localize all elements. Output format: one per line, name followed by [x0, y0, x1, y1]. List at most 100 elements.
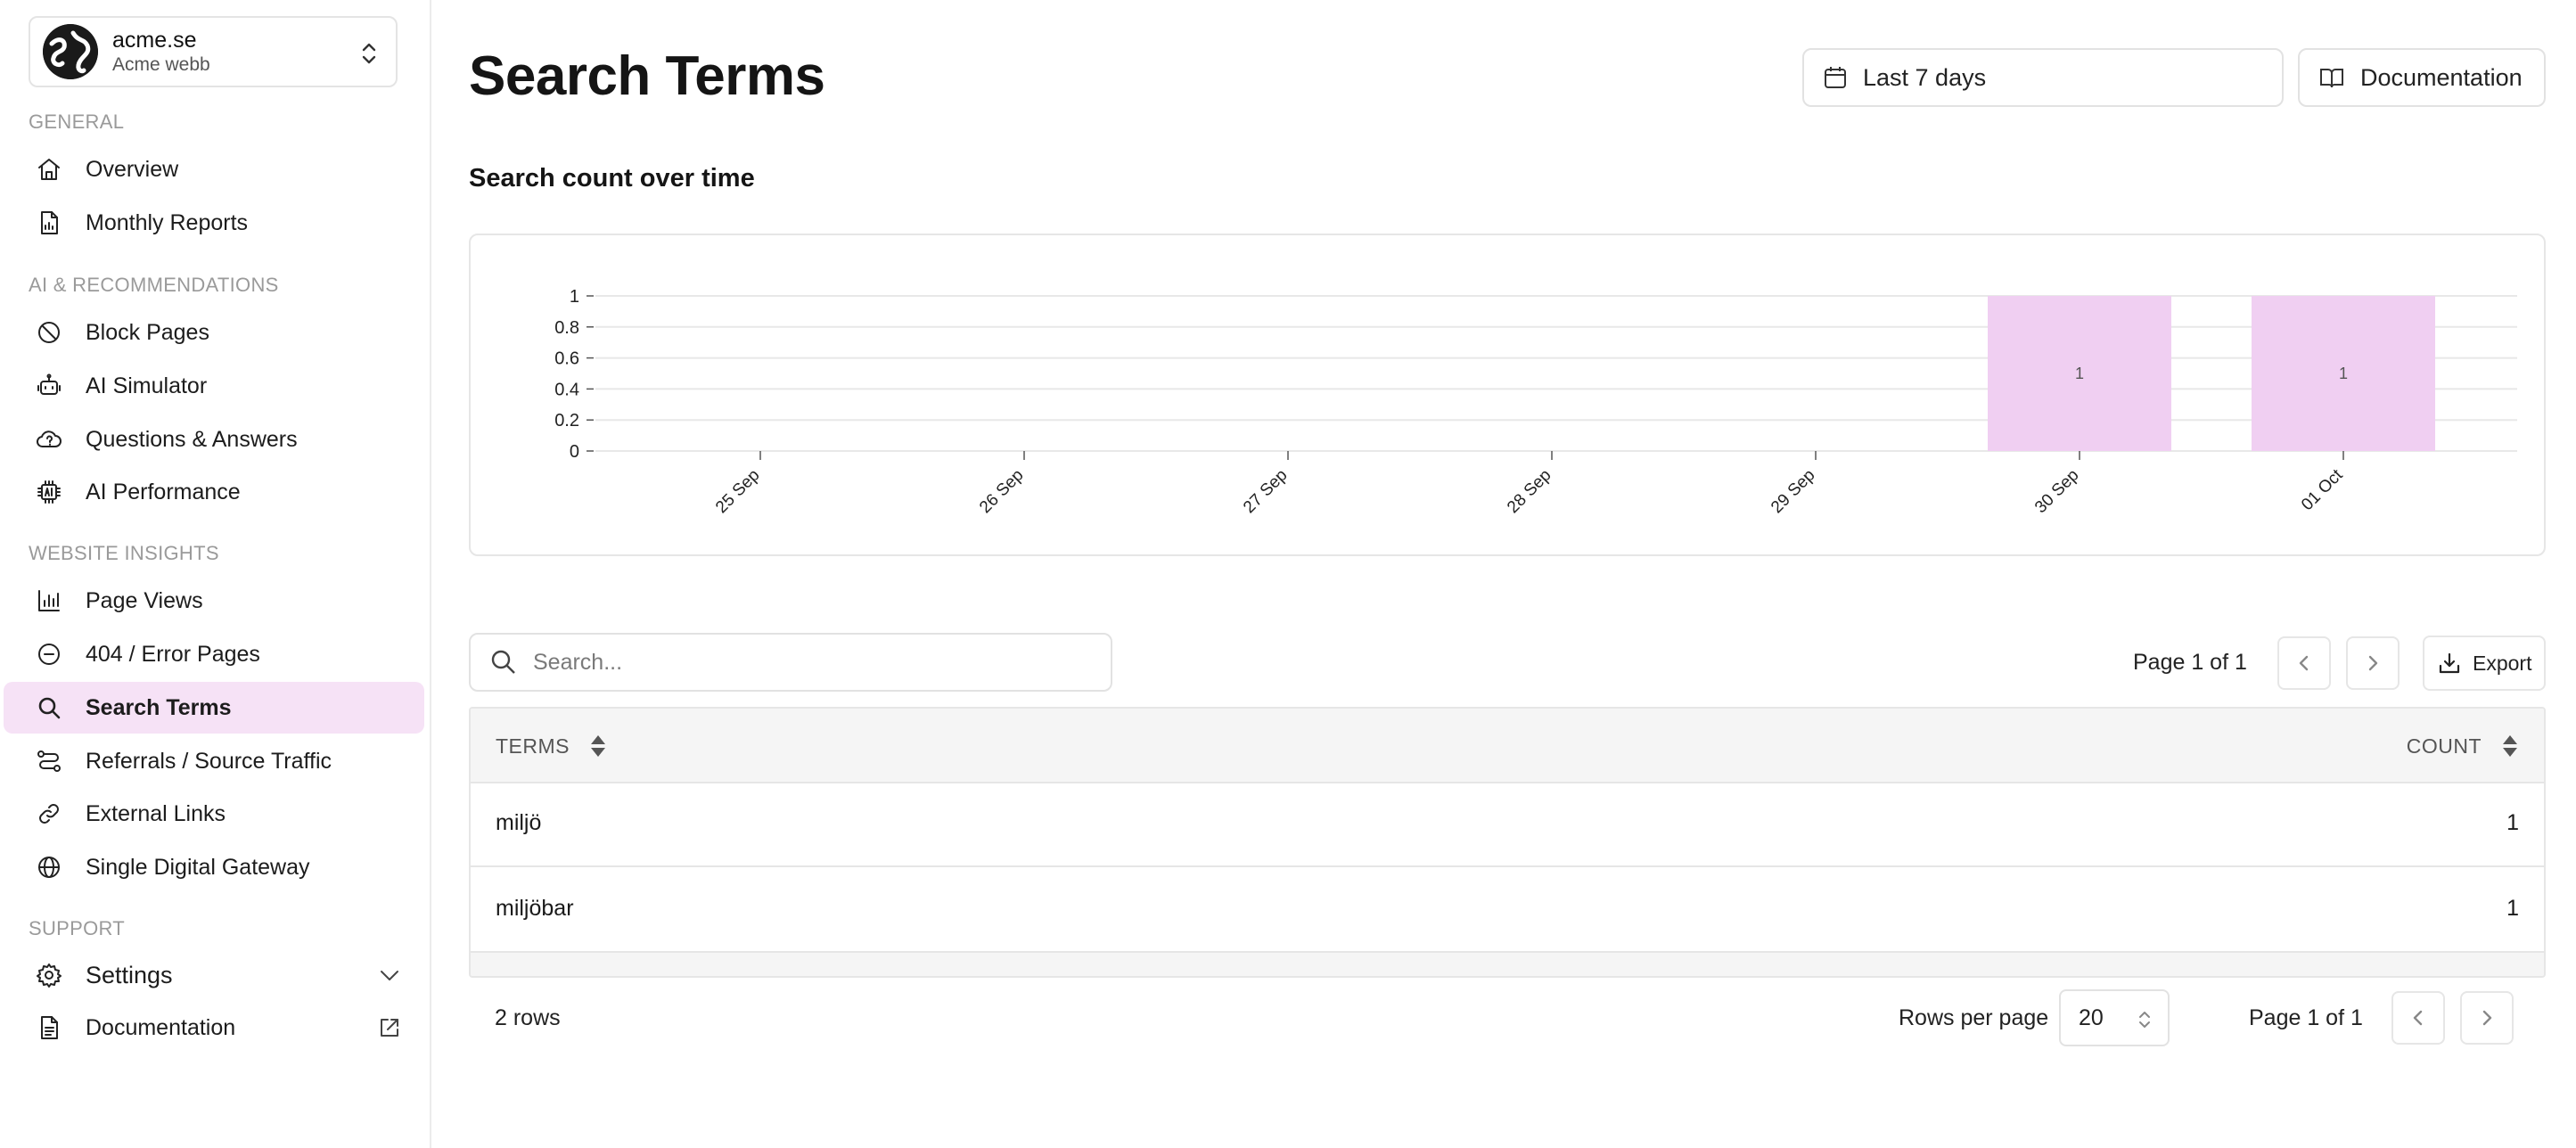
chevron-left-icon: [2299, 655, 2309, 671]
table-header: TERMS COUNT: [471, 709, 2544, 783]
sidebar-item-monthly-reports[interactable]: Monthly Reports: [4, 197, 424, 249]
date-range-label: Last 7 days: [1863, 63, 1987, 91]
export-button[interactable]: Export: [2423, 636, 2546, 691]
bar-value-label: 1: [2339, 365, 2348, 382]
home-icon: [34, 154, 64, 184]
sidebar-item-label: AI Simulator: [86, 373, 208, 398]
chevron-left-icon: [2413, 1010, 2423, 1026]
org-logo-icon: [43, 24, 98, 79]
rows-count: 2 rows: [495, 1005, 561, 1030]
sidebar-item-ai-simulator[interactable]: AI Simulator: [4, 360, 424, 412]
org-name: acme.se: [112, 28, 197, 53]
sidebar-item-documentation[interactable]: Documentation: [4, 1002, 424, 1054]
sidebar-item-label: Page Views: [86, 587, 203, 613]
sidebar-item-single-digital-gateway[interactable]: Single Digital Gateway: [4, 841, 424, 893]
bar-chart-icon: [34, 586, 64, 616]
download-icon: [2439, 652, 2460, 674]
export-label: Export: [2473, 651, 2532, 675]
search-count-chart: 0 0.2 0.4 0.6 0.8 1 25 Sep 26 Sep 27 Sep 28 Sep 29…: [554, 287, 2517, 517]
column-header-count[interactable]: COUNT: [2407, 734, 2519, 758]
sidebar-item-overview[interactable]: Overview: [4, 144, 424, 195]
sidebar-item-referrals[interactable]: Referrals / Source Traffic: [4, 735, 424, 787]
org-switcher[interactable]: acme.se Acme webb: [29, 16, 398, 87]
table-bottom-strip: [471, 953, 2544, 976]
robot-icon: [34, 371, 64, 401]
sidebar-item-questions-answers[interactable]: Questions & Answers: [4, 414, 424, 465]
ai-chip-icon: [34, 477, 64, 507]
sidebar-item-label: External Links: [86, 800, 226, 826]
y-tick-label: 1: [570, 287, 579, 307]
report-icon: [34, 208, 64, 238]
chevron-down-icon[interactable]: [376, 962, 403, 988]
sidebar-item-label: 404 / Error Pages: [86, 641, 260, 667]
count-cell: 1: [2506, 810, 2519, 835]
table-row[interactable]: miljö 1: [471, 783, 2544, 867]
date-range-picker[interactable]: Last 7 days: [1802, 48, 2284, 107]
rows-per-page-value: 20: [2079, 1004, 2104, 1030]
sidebar-item-label: Settings: [86, 961, 173, 988]
chevron-right-icon: [2482, 1010, 2492, 1026]
sidebar-item-label: Search Terms: [86, 694, 232, 720]
sidebar-item-search-terms[interactable]: Search Terms: [4, 682, 424, 734]
search-icon: [491, 650, 515, 674]
rows-per-page-select[interactable]: 20: [2059, 989, 2170, 1046]
sidebar-item-error-pages[interactable]: 404 / Error Pages: [4, 628, 424, 680]
sidebar-item-page-views[interactable]: Page Views: [4, 575, 424, 627]
documentation-label: Documentation: [2360, 63, 2523, 91]
y-tick-label: 0.4: [554, 380, 579, 399]
org-subtitle: Acme webb: [112, 54, 210, 75]
sidebar-item-settings[interactable]: Settings: [4, 949, 424, 1001]
x-tick-label: 01 Oct: [2298, 465, 2347, 514]
external-link-icon[interactable]: [376, 1014, 403, 1041]
sidebar-item-ai-performance[interactable]: AI Performance: [4, 466, 424, 518]
page-info-top: Page 1 of 1: [2133, 650, 2247, 675]
chart-card: 0 0.2 0.4 0.6 0.8 1 25 Sep 26 Sep 27 Sep 28 Sep 29…: [469, 234, 2546, 556]
y-tick-label: 0: [570, 442, 579, 462]
prev-page-button-top[interactable]: [2277, 636, 2331, 690]
link-icon: [34, 799, 64, 829]
table-row[interactable]: miljöbar 1: [471, 869, 2544, 953]
column-header-label: TERMS: [496, 734, 570, 758]
sidebar-item-label: Single Digital Gateway: [86, 854, 310, 880]
cloud-question-icon: [34, 424, 64, 455]
sidebar-item-external-links[interactable]: External Links: [4, 788, 424, 840]
search-box[interactable]: [469, 633, 1112, 692]
search-terms-table: TERMS COUNT miljö 1 miljöbar 1: [469, 707, 2546, 978]
bar-value-label: 1: [2075, 365, 2084, 382]
count-cell: 1: [2506, 896, 2519, 921]
chevron-right-icon: [2368, 655, 2378, 671]
chevron-updown-icon: [2139, 1012, 2150, 1028]
chart-heading: Search count over time: [469, 164, 755, 193]
sidebar-item-label: Questions & Answers: [86, 426, 298, 452]
sidebar-item-label: Documentation: [86, 1014, 236, 1040]
section-label-ai: AI & RECOMMENDATIONS: [29, 274, 279, 296]
sort-icon: [591, 735, 605, 757]
sidebar: acme.se Acme webb GENERAL Overview Month…: [0, 0, 431, 1148]
search-icon: [34, 693, 64, 723]
route-icon: [34, 746, 64, 776]
x-tick-label: 28 Sep: [1504, 466, 1555, 517]
x-tick-label: 25 Sep: [712, 466, 763, 517]
calendar-icon: [1825, 67, 1846, 88]
x-tick-label: 30 Sep: [2031, 466, 2082, 517]
page-info-bottom: Page 1 of 1: [2249, 1005, 2363, 1030]
sidebar-item-block-pages[interactable]: Block Pages: [4, 307, 424, 358]
block-icon: [34, 317, 64, 348]
page-title: Search Terms: [469, 45, 825, 107]
sidebar-item-label: AI Performance: [86, 479, 241, 504]
y-tick-label: 0.8: [554, 318, 579, 338]
section-label-support: SUPPORT: [29, 917, 126, 939]
rows-per-page-label: Rows per page: [1899, 1005, 2049, 1030]
next-page-button-bottom[interactable]: [2460, 991, 2514, 1045]
next-page-button-top[interactable]: [2346, 636, 2400, 690]
sidebar-item-label: Overview: [86, 156, 179, 182]
section-label-general: GENERAL: [29, 111, 125, 133]
sidebar-item-label: Monthly Reports: [86, 209, 249, 235]
chevron-updown-icon: [362, 43, 376, 64]
term-cell: miljö: [496, 810, 542, 835]
column-header-terms[interactable]: TERMS: [496, 734, 607, 758]
search-input[interactable]: [533, 649, 1086, 676]
documentation-button[interactable]: Documentation: [2298, 48, 2546, 107]
prev-page-button-bottom[interactable]: [2391, 991, 2445, 1045]
minus-circle-icon: [34, 639, 64, 669]
